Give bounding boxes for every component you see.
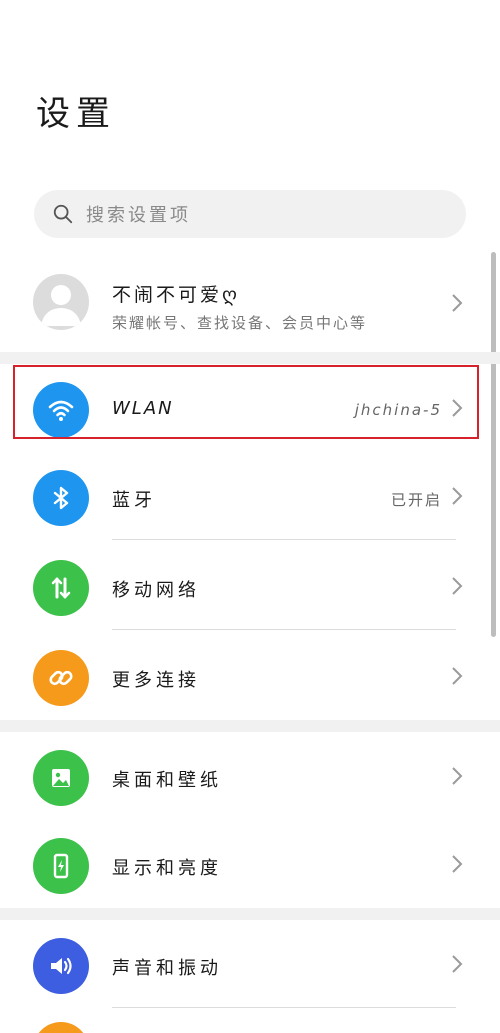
account-subtitle: 荣耀帐号、查找设备、会员中心等 bbox=[112, 314, 368, 332]
chevron-right-icon bbox=[452, 955, 463, 973]
search-bar[interactable]: 搜索设置项 bbox=[34, 190, 466, 238]
chevron-right-icon bbox=[452, 767, 463, 785]
scrollbar[interactable] bbox=[491, 252, 496, 637]
settings-item-label: 声音和振动 bbox=[112, 958, 222, 979]
chevron-right-icon bbox=[452, 294, 463, 312]
wlan-highlight-box bbox=[13, 365, 479, 439]
settings-item-display-brightness[interactable]: 显示和亮度 bbox=[0, 820, 490, 908]
settings-item-label: 移动网络 bbox=[112, 580, 200, 601]
wallpaper-icon bbox=[33, 750, 89, 806]
settings-item-label: 桌面和壁纸 bbox=[112, 770, 222, 791]
divider bbox=[112, 539, 456, 540]
section-gap bbox=[0, 352, 500, 364]
link-icon bbox=[33, 650, 89, 706]
avatar bbox=[33, 274, 89, 330]
settings-item-label: 蓝牙 bbox=[112, 490, 156, 511]
search-icon bbox=[53, 204, 73, 224]
mobile-data-icon bbox=[33, 560, 89, 616]
section-gap bbox=[0, 908, 500, 920]
search-placeholder: 搜索设置项 bbox=[86, 205, 191, 226]
settings-item-mobile-network[interactable]: 移动网络 bbox=[0, 542, 490, 630]
divider bbox=[112, 1007, 456, 1008]
settings-item-home-wallpaper[interactable]: 桌面和壁纸 bbox=[0, 732, 490, 820]
settings-screen: 设置 搜索设置项 不闹不可爱ღ 荣耀帐号、查找设备、会员中心等 WLAN jhc… bbox=[0, 0, 500, 1033]
settings-item-bluetooth[interactable]: 蓝牙 已开启 bbox=[0, 452, 490, 540]
chevron-right-icon bbox=[452, 487, 463, 505]
settings-item-sound-vibration[interactable]: 声音和振动 bbox=[0, 920, 490, 1008]
settings-item-label: 显示和亮度 bbox=[112, 858, 222, 879]
page-title: 设置 bbox=[36, 94, 116, 134]
chevron-right-icon bbox=[452, 855, 463, 873]
settings-item-more-connections[interactable]: 更多连接 bbox=[0, 632, 490, 720]
next-item-icon bbox=[33, 1022, 89, 1033]
divider bbox=[112, 629, 456, 630]
bluetooth-status: 已开启 bbox=[390, 491, 442, 509]
chevron-right-icon bbox=[452, 667, 463, 685]
speaker-icon bbox=[33, 938, 89, 994]
display-brightness-icon bbox=[33, 838, 89, 894]
account-row[interactable]: 不闹不可爱ღ 荣耀帐号、查找设备、会员中心等 bbox=[0, 262, 490, 352]
section-gap bbox=[0, 720, 500, 732]
account-name: 不闹不可爱ღ bbox=[112, 284, 240, 306]
bluetooth-icon bbox=[33, 470, 89, 526]
settings-item-label: 更多连接 bbox=[112, 670, 200, 691]
chevron-right-icon bbox=[452, 577, 463, 595]
